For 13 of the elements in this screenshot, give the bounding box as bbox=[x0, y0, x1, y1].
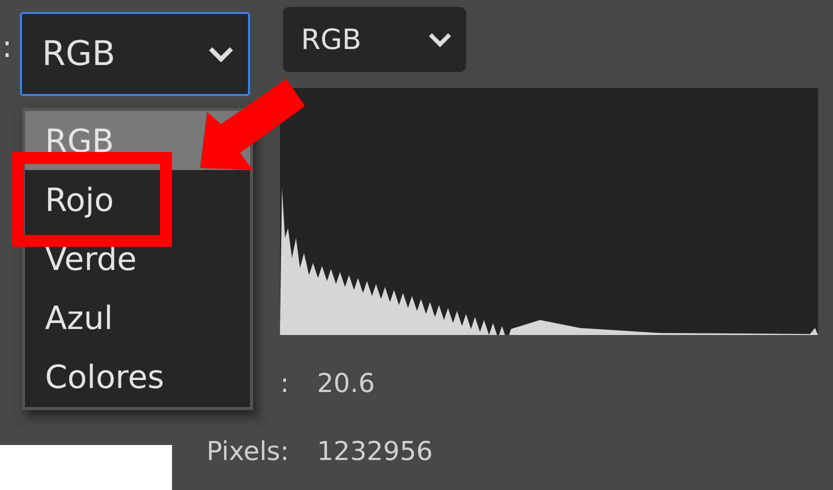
chevron-icon bbox=[208, 46, 234, 62]
stat-label: Pixels: bbox=[206, 437, 289, 467]
stat-value: 1232956 bbox=[317, 437, 434, 467]
menu-option[interactable]: Azul bbox=[25, 288, 250, 347]
stat-label: : bbox=[280, 369, 289, 399]
mode-dropdown[interactable]: RGB bbox=[283, 7, 466, 72]
chevron-icon bbox=[428, 32, 452, 47]
channel-label: : bbox=[1, 30, 14, 65]
stat-value: 20.6 bbox=[317, 369, 376, 399]
menu-option[interactable]: Rojo bbox=[25, 170, 250, 229]
menu-option[interactable]: Verde bbox=[25, 229, 250, 288]
menu-option[interactable]: Colores bbox=[25, 347, 250, 406]
channel-dropdown[interactable]: RGB bbox=[20, 12, 250, 96]
